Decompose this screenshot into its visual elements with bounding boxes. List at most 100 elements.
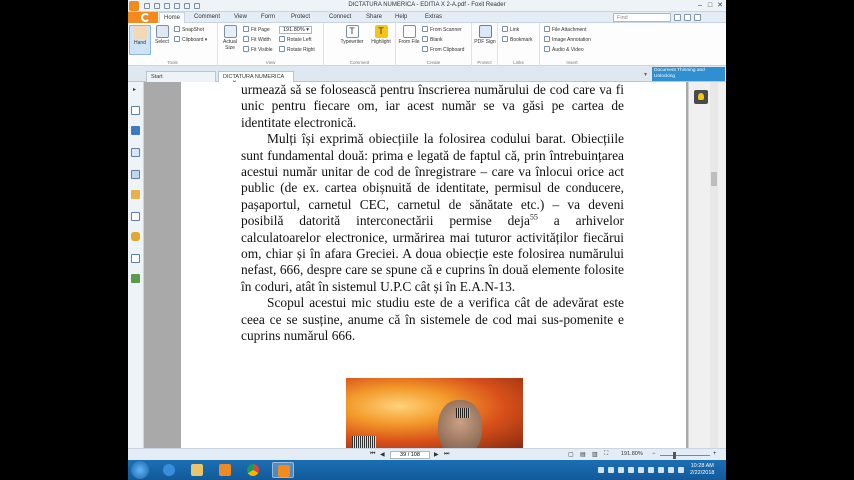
fit-page-button[interactable]: Fit Page: [243, 26, 270, 34]
media-player-icon: [219, 464, 231, 476]
next-page-icon[interactable]: ▶: [434, 451, 439, 458]
snapshot-button[interactable]: SnapShot: [174, 26, 204, 34]
next-result-icon[interactable]: [694, 14, 701, 21]
cursor-icon: [155, 25, 169, 38]
fullscreen-icon[interactable]: ⛶: [604, 451, 608, 458]
actual-size-button[interactable]: Actual Size: [219, 25, 241, 55]
document-thinning-banner[interactable]: Document Thinning and Unlocking: [652, 67, 725, 81]
paragraph-3: Scopul acestui mic studiu este de a veri…: [241, 295, 624, 344]
single-page-view-icon[interactable]: ▢: [568, 451, 574, 458]
from-clipboard-button[interactable]: From Clipboard: [422, 46, 464, 54]
security-lock-icon[interactable]: [131, 232, 140, 241]
zoom-select[interactable]: 191.80% ▾: [279, 26, 312, 34]
tray-app-icon[interactable]: [618, 467, 624, 473]
clipboard-button[interactable]: Clipboard ▾: [174, 36, 207, 44]
page-number-input[interactable]: 39 / 108: [390, 451, 430, 459]
tab-protect[interactable]: Protect: [291, 14, 310, 20]
last-page-icon[interactable]: ⏭: [444, 451, 449, 458]
ribbon-toolbar: Hand Select SnapShot Clipboard ▾ Tools A…: [128, 23, 726, 66]
tray-app-icon[interactable]: [638, 467, 644, 473]
chrome-icon: [247, 464, 259, 476]
system-clock[interactable]: 10:28 AM 2/22/2018: [690, 463, 714, 477]
continuous-view-icon[interactable]: ▤: [580, 451, 586, 458]
file-menu-button[interactable]: [128, 12, 158, 23]
from-scanner-button[interactable]: From Scanner: [422, 26, 462, 34]
layers-icon[interactable]: [131, 170, 140, 179]
taskbar-media-player[interactable]: [214, 462, 236, 478]
tab-list-chevron-icon[interactable]: ▾: [644, 71, 647, 78]
tab-connect[interactable]: Connect: [329, 14, 351, 20]
tab-extras[interactable]: Extras: [425, 14, 442, 20]
windows-start-icon[interactable]: [131, 461, 149, 479]
rotate-right-icon: [279, 46, 285, 52]
blank-button[interactable]: Blank: [422, 36, 443, 44]
expand-pane-icon[interactable]: ▸: [133, 86, 136, 93]
tray-expand-icon[interactable]: [598, 467, 604, 473]
tab-help[interactable]: Help: [395, 14, 407, 20]
media-icon: [544, 46, 550, 52]
document-viewport[interactable]: urmează să se folosească pentru înscrier…: [144, 82, 688, 448]
bookmark-button[interactable]: Bookmark: [502, 36, 533, 44]
find-input[interactable]: Find: [613, 13, 671, 22]
taskbar-ie[interactable]: [158, 462, 180, 478]
zoom-slider[interactable]: [660, 455, 710, 456]
tip-button[interactable]: [694, 90, 708, 104]
close-button[interactable]: ✕: [715, 1, 725, 10]
clipboard-icon: [422, 46, 428, 52]
paperclip-icon[interactable]: [131, 212, 140, 221]
rotate-right-button[interactable]: Rotate Right: [279, 46, 315, 54]
tab-document[interactable]: DICTATURA NUMERICA ... ✕: [218, 71, 294, 86]
scrollbar-thumb[interactable]: [711, 172, 717, 186]
tab-start[interactable]: Start: [146, 71, 216, 82]
volume-icon[interactable]: [668, 467, 674, 473]
tab-comment[interactable]: Comment: [194, 14, 220, 20]
pdf-page[interactable]: urmează să se folosească pentru înscrier…: [181, 82, 686, 448]
from-file-button[interactable]: From File: [398, 25, 420, 55]
link-button[interactable]: Link: [502, 26, 519, 34]
typewriter-button[interactable]: T Typewriter: [338, 25, 366, 55]
tab-share[interactable]: Share: [366, 14, 382, 20]
zoom-out-icon[interactable]: −: [652, 451, 656, 457]
zoom-in-icon[interactable]: +: [713, 451, 717, 457]
taskbar-explorer[interactable]: [186, 462, 208, 478]
vertical-scrollbar[interactable]: [710, 82, 718, 448]
search-icon[interactable]: [674, 14, 681, 21]
previous-page-icon[interactable]: ◀: [380, 451, 385, 458]
comments-icon[interactable]: [131, 148, 140, 157]
footnote-marker[interactable]: 55: [530, 213, 538, 222]
first-page-icon[interactable]: ⏮: [370, 451, 375, 458]
paragraph-2: Mulți își exprimă obiecțiile la folosire…: [241, 131, 624, 294]
document-tab-bar: Start DICTATURA NUMERICA ... ✕ ▾: [128, 66, 726, 86]
rotate-left-button[interactable]: Rotate Left: [279, 36, 311, 44]
clipboard-icon: [174, 36, 180, 42]
bookmarks-icon[interactable]: [131, 106, 140, 115]
network-icon[interactable]: [658, 467, 664, 473]
hand-button[interactable]: Hand: [129, 25, 151, 55]
language-icon[interactable]: [678, 467, 684, 473]
tab-form[interactable]: Form: [261, 14, 275, 20]
audio-video-button[interactable]: Audio & Video: [544, 46, 584, 54]
tray-app-icon[interactable]: [648, 467, 654, 473]
highlight-button[interactable]: T Highlight: [368, 25, 394, 55]
minimize-button[interactable]: –: [695, 1, 705, 10]
taskbar-chrome[interactable]: [242, 462, 264, 478]
wrench-icon[interactable]: [131, 254, 140, 263]
file-attachment-button[interactable]: File Attachment: [544, 26, 586, 34]
select-button[interactable]: Select: [151, 25, 173, 55]
forehead-barcode: [456, 408, 470, 418]
previous-result-icon[interactable]: [684, 14, 691, 21]
image-annotation-button[interactable]: Image Annotation: [544, 36, 591, 44]
tray-app-icon[interactable]: [608, 467, 614, 473]
attachments-icon[interactable]: [131, 190, 140, 199]
tray-app-icon[interactable]: [628, 467, 634, 473]
tab-view[interactable]: View: [234, 14, 247, 20]
taskbar-foxit[interactable]: [272, 462, 294, 478]
maximize-button[interactable]: □: [705, 1, 715, 10]
pages-icon[interactable]: [131, 126, 140, 135]
zoom-slider-handle[interactable]: [673, 452, 676, 459]
content-icon[interactable]: [131, 274, 140, 283]
fit-visible-button[interactable]: Fit Visible: [243, 46, 273, 54]
fit-width-button[interactable]: Fit Width: [243, 36, 271, 44]
pdf-sign-button[interactable]: PDF Sign: [474, 25, 496, 55]
facing-view-icon[interactable]: ▥: [592, 451, 598, 458]
